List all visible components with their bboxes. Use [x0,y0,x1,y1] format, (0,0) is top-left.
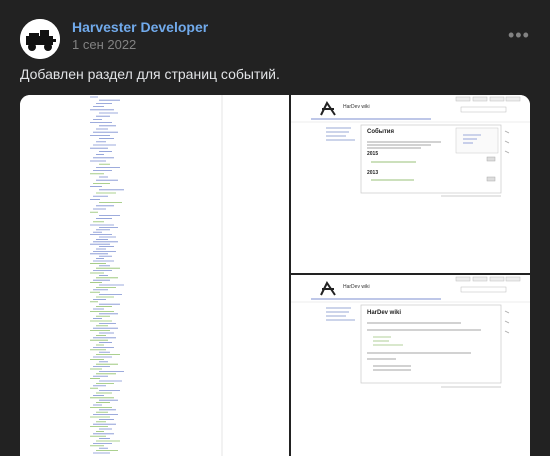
post-date[interactable]: 1 сен 2022 [72,37,136,52]
site-title: HarDev wiki [343,104,370,110]
wiki-events-image [291,95,530,273]
wiki-main-image [291,275,530,456]
author-name[interactable]: Harvester Developer [72,19,208,35]
site-title: HarDev wiki [343,284,370,290]
wiki-tree-image [20,95,289,456]
post: Harvester Developer 1 сен 2022 ••• Добав… [0,0,550,456]
wiki-tree-screenshot[interactable] [20,95,289,456]
harvester-logo-icon [20,19,60,59]
main-heading: HarDev wiki [367,310,402,316]
avatar[interactable] [20,19,60,59]
more-horizontal-icon[interactable]: ••• [508,26,530,44]
year-2015: 2015 [367,151,379,157]
wiki-main-page-screenshot[interactable]: HarDev wiki HarDev wiki [291,275,530,456]
photo-gallery: HarDev wiki События 2015 2013 HarDev wik… [20,95,530,456]
wiki-events-page-screenshot[interactable]: HarDev wiki События 2015 2013 [291,95,530,273]
events-heading: События [367,129,394,135]
year-2013: 2013 [367,170,379,176]
post-text: Добавлен раздел для страниц событий. [20,66,280,82]
